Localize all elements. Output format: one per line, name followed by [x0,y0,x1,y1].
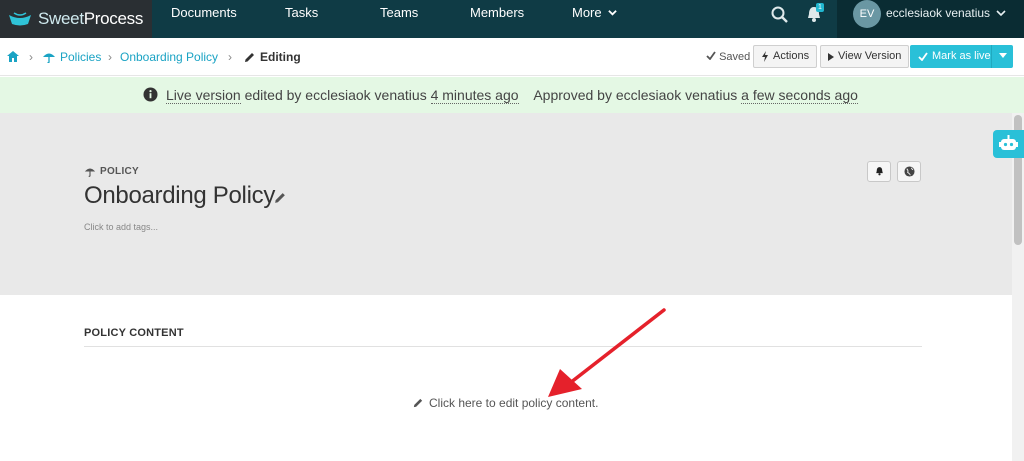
notifications-toggle-button[interactable] [867,161,891,182]
pencil-icon[interactable] [273,191,287,205]
breadcrumb-separator: › [108,50,112,64]
search-icon[interactable] [770,5,790,25]
view-version-button[interactable]: View Version [820,45,910,68]
policy-content-area [0,295,1012,461]
divider [84,346,922,347]
brand-logo[interactable]: SweetProcess [0,0,152,38]
breadcrumb-policy[interactable]: Onboarding Policy [120,48,218,66]
check-icon [706,51,716,61]
actions-button[interactable]: Actions [753,45,818,68]
help-bot-button[interactable] [993,130,1024,158]
approved-time: a few seconds ago [741,87,858,104]
bell-icon [876,167,883,176]
edited-by-text: edited by ecclesiaok venatius [244,87,427,103]
page-title[interactable]: Onboarding Policy [84,180,275,212]
breadcrumb-current: Editing [260,50,301,64]
edited-time: 4 minutes ago [430,87,519,104]
view-version-label: View Version [838,50,902,62]
globe-icon [904,166,915,177]
policy-kicker-label: POLICY [100,166,140,177]
nav-more[interactable]: More [572,0,617,38]
avatar[interactable]: EV [853,0,881,28]
nav-more-label: More [572,5,602,20]
umbrella-icon [43,53,55,63]
annotation-arrow [548,308,666,397]
robot-icon [999,135,1018,150]
notification-badge: 1 [816,3,824,12]
nav-tasks[interactable]: Tasks [285,0,318,38]
live-version-text: Live version edited by ecclesiaok venati… [166,77,858,113]
actions-label: Actions [773,50,810,62]
umbrella-icon [84,168,96,177]
pencil-icon [245,53,254,62]
brand-name: SweetProcess [38,9,144,28]
play-icon [828,52,834,61]
pencil-icon [413,398,423,408]
live-version-link[interactable]: Live version [166,87,241,104]
breadcrumb-separator: › [228,50,232,64]
saved-status: Saved [706,48,750,66]
nav-documents[interactable]: Documents [171,0,237,38]
cup-logo-icon [9,12,31,26]
mark-as-live-label: Mark as live [932,50,991,62]
user-name[interactable]: ecclesiaok venatius [886,0,990,26]
nav-members[interactable]: Members [470,0,524,38]
mark-as-live-button[interactable]: Mark as live [910,45,999,68]
policy-kicker: POLICY [84,166,139,177]
chevron-down-icon[interactable] [996,8,1006,18]
live-version-banner: Live version edited by ecclesiaok venati… [0,77,1024,113]
info-icon [143,87,158,102]
bolt-icon [762,51,768,62]
section-heading: POLICY CONTENT [84,327,184,339]
breadcrumb-policies[interactable]: Policies [60,48,101,66]
saved-label: Saved [719,51,751,63]
check-icon [918,52,928,61]
mark-as-live-dropdown[interactable] [991,45,1013,68]
top-navbar: SweetProcess Documents Tasks Teams Membe… [0,0,1024,38]
add-tags-link[interactable]: Click to add tags... [84,222,158,232]
visibility-button[interactable] [897,161,921,182]
home-icon[interactable] [6,50,20,63]
breadcrumb-bar: › Policies › Onboarding Policy › Editing… [0,38,1024,76]
approved-by-text: Approved by ecclesiaok venatius [533,87,738,103]
nav-teams[interactable]: Teams [380,0,418,38]
breadcrumb-separator: › [29,50,33,64]
chevron-down-icon [999,53,1007,58]
chevron-down-icon [608,10,617,16]
